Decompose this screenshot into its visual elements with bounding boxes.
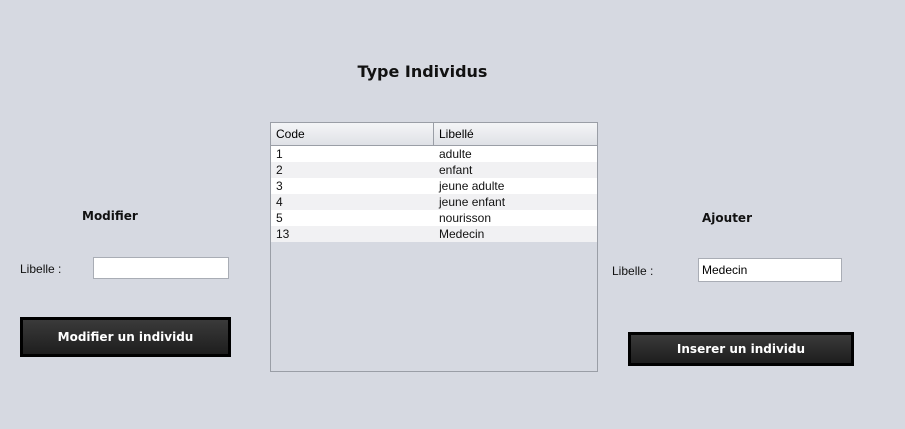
insert-button[interactable]: Inserer un individu <box>628 332 854 366</box>
cell-libelle: jeune enfant <box>439 195 506 209</box>
cell-libelle: Medecin <box>439 227 485 241</box>
table-row[interactable]: 4 jeune enfant <box>271 194 597 210</box>
modify-libelle-input[interactable] <box>93 257 229 279</box>
cell-libelle: jeune adulte <box>439 179 505 193</box>
cell-code: 4 <box>276 195 283 209</box>
insert-button-label: Inserer un individu <box>631 335 851 363</box>
cell-code: 2 <box>276 163 283 177</box>
modify-libelle-label: Libelle : <box>20 262 62 276</box>
cell-libelle: enfant <box>439 163 473 177</box>
table-row[interactable]: 5 nourisson <box>271 210 597 226</box>
cell-code: 3 <box>276 179 283 193</box>
table-row[interactable]: 3 jeune adulte <box>271 178 597 194</box>
table-body: 1 adulte 2 enfant 3 jeune adulte 4 jeune enfant… <box>271 146 597 242</box>
page-title: Type Individus <box>357 62 488 81</box>
types-table[interactable]: Code Libellé 1 adulte 2 enfant 3 jeune adulte… <box>270 122 598 372</box>
column-header-libelle[interactable]: Libellé <box>434 123 597 145</box>
modify-button-label: Modifier un individu <box>23 320 228 354</box>
add-libelle-input[interactable] <box>698 258 842 282</box>
cell-libelle: adulte <box>439 147 472 161</box>
add-heading: Ajouter <box>702 211 752 225</box>
modify-heading: Modifier <box>82 209 138 223</box>
cell-libelle: nourisson <box>439 211 492 225</box>
table-row[interactable]: 1 adulte <box>271 146 597 162</box>
table-row[interactable]: 13 Medecin <box>271 226 597 242</box>
modify-button[interactable]: Modifier un individu <box>20 317 231 357</box>
cell-code: 5 <box>276 211 283 225</box>
add-libelle-label: Libelle : <box>612 264 654 278</box>
table-header: Code Libellé <box>271 123 597 146</box>
column-header-code[interactable]: Code <box>271 123 434 145</box>
cell-code: 13 <box>276 227 290 241</box>
cell-code: 1 <box>276 147 283 161</box>
table-row[interactable]: 2 enfant <box>271 162 597 178</box>
